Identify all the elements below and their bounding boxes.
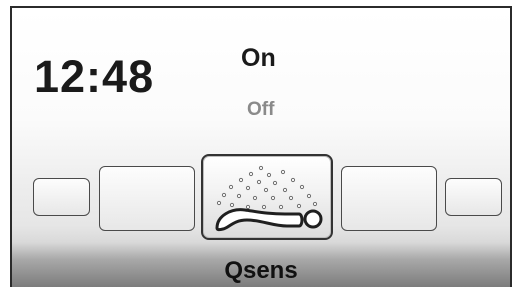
mode-slot-selected[interactable] (201, 154, 333, 240)
sauna-mist-lying-person-icon (215, 165, 323, 232)
mode-slot-right[interactable] (341, 166, 437, 231)
control-panel-screen: 12:48 On Off Qsens (10, 6, 512, 287)
mode-slot-far-left[interactable] (33, 178, 90, 216)
selected-mode-label: Qsens (224, 257, 298, 284)
mode-slot-left[interactable] (99, 166, 195, 231)
clock-time: 12:48 (34, 51, 155, 102)
mode-slot-far-right[interactable] (445, 178, 502, 216)
state-on-option[interactable]: On (241, 46, 276, 71)
state-off-option[interactable]: Off (247, 100, 274, 119)
